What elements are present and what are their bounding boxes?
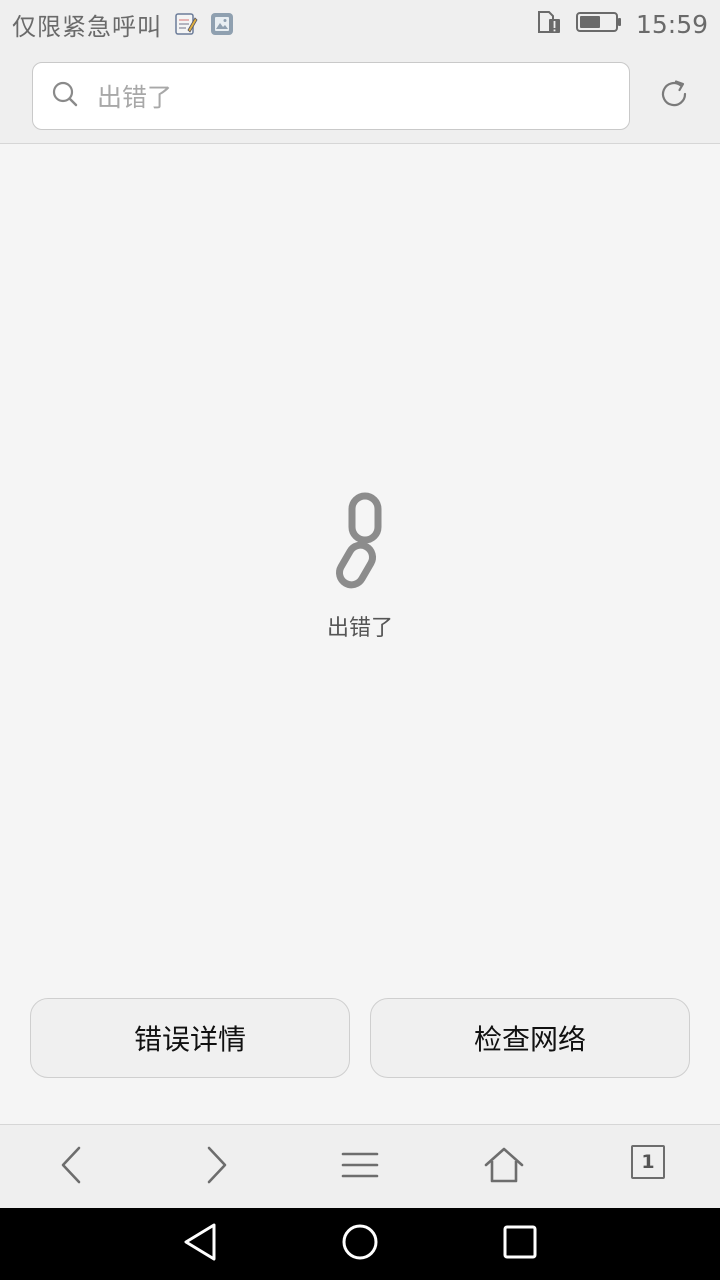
menu-icon	[341, 1149, 379, 1185]
home-button[interactable]	[482, 1145, 526, 1189]
back-triangle-icon	[181, 1222, 219, 1266]
carrier-text: 仅限紧急呼叫	[12, 12, 162, 41]
clock: 15:59	[635, 9, 708, 39]
system-recents-button[interactable]	[500, 1224, 540, 1264]
tab-count: 1	[631, 1145, 665, 1179]
back-button[interactable]	[50, 1145, 94, 1189]
error-message: 出错了	[326, 616, 393, 641]
error-details-button[interactable]: 错误详情	[30, 998, 350, 1078]
address-area: 出错了	[0, 48, 720, 144]
home-icon	[483, 1145, 525, 1189]
status-left: 仅限紧急呼叫	[12, 7, 234, 42]
image-icon	[210, 12, 234, 36]
menu-button[interactable]	[338, 1145, 382, 1189]
system-back-button[interactable]	[180, 1222, 220, 1266]
forward-button[interactable]	[194, 1145, 238, 1189]
browser-toolbar: 1	[0, 1124, 720, 1208]
broken-link-icon	[330, 492, 390, 592]
system-navbar	[0, 1208, 720, 1280]
check-network-button[interactable]: 检查网络	[370, 998, 690, 1078]
error-page: 出错了 错误详情 检查网络	[0, 144, 720, 1124]
chevron-right-icon	[201, 1145, 231, 1189]
status-bar: 仅限紧急呼叫 15:59	[0, 0, 720, 48]
tabs-button[interactable]: 1	[631, 1145, 675, 1189]
refresh-button[interactable]	[654, 76, 694, 116]
search-icon	[51, 80, 79, 112]
search-input[interactable]: 出错了	[32, 62, 630, 130]
search-text: 出错了	[97, 83, 173, 112]
battery-icon	[575, 10, 622, 38]
refresh-icon	[656, 76, 692, 116]
recents-square-icon	[500, 1222, 540, 1266]
notes-icon	[174, 12, 198, 36]
sim-alert-icon	[536, 9, 562, 39]
status-right: 15:59	[536, 9, 708, 39]
home-circle-icon	[340, 1222, 380, 1266]
system-home-button[interactable]	[340, 1224, 380, 1264]
chevron-left-icon	[57, 1145, 87, 1189]
